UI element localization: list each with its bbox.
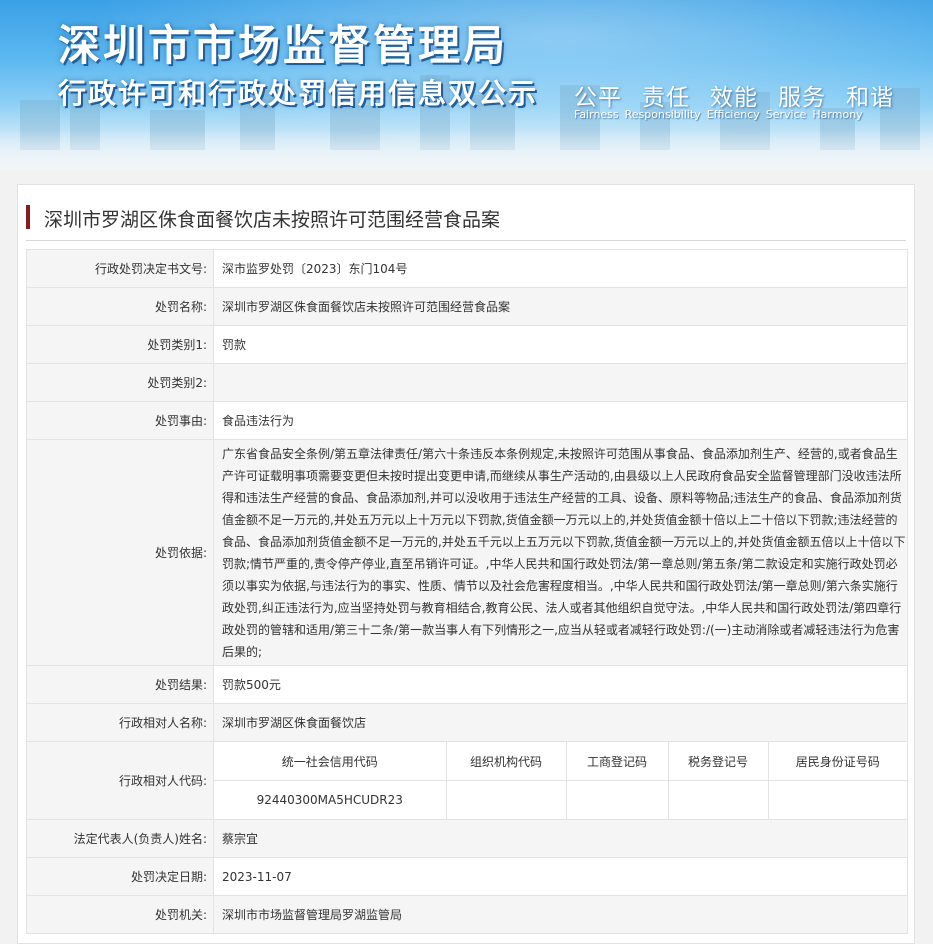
table-row: 处罚类别1: 罚款: [26, 325, 908, 364]
credit-code-value: 92440300MA5HCUDR23: [214, 780, 447, 819]
table-row: 行政相对人代码: 统一社会信用代码 组织机构代码 工商登记码 税务登记号 居民身…: [26, 741, 908, 820]
case-title-bar: 深圳市罗湖区侏食面餐饮店未按照许可范围经营食品案: [26, 201, 906, 241]
case-detail-panel: 深圳市罗湖区侏食面餐饮店未按照许可范围经营食品案 行政处罚决定书文号: 深市监罗…: [17, 184, 915, 944]
table-row: 行政处罚决定书文号: 深市监罗处罚〔2023〕东门104号: [26, 249, 908, 288]
row-value: 蔡宗宜: [213, 819, 908, 858]
table-row: 处罚决定日期: 2023-11-07: [26, 857, 908, 896]
code-header: 居民身份证号码: [767, 742, 907, 781]
codes-header-row: 统一社会信用代码 组织机构代码 工商登记码 税务登记号 居民身份证号码: [214, 742, 907, 781]
slogan-word-en: Fairness: [574, 108, 619, 121]
row-label: 处罚依据:: [26, 439, 214, 666]
code-header: 工商登记码: [565, 742, 669, 781]
slogan-word-en: Harmony: [812, 108, 863, 121]
row-label: 行政处罚决定书文号:: [26, 249, 214, 288]
slogan-chinese: 公平 责任 效能 服务 和谐: [574, 78, 914, 112]
slogan-word-en: Efficiency: [706, 108, 760, 121]
penalty-basis-text: 广东省食品安全条例/第五章法律责任/第六十条违反本条例规定,未按照许可范围从事食…: [213, 439, 908, 666]
row-label: 行政相对人代码:: [26, 741, 214, 820]
table-row: 处罚结果: 罚款500元: [26, 665, 908, 704]
table-row: 法定代表人(负责人)姓名: 蔡宗宜: [26, 819, 908, 858]
row-value: 罚款500元: [213, 665, 908, 704]
code-value: [445, 780, 567, 819]
row-label: 处罚结果:: [26, 665, 214, 704]
code-value: [767, 780, 907, 819]
code-value: [667, 780, 769, 819]
row-label: 行政相对人名称:: [26, 703, 214, 742]
case-title: 深圳市罗湖区侏食面餐饮店未按照许可范围经营食品案: [44, 209, 501, 231]
table-row: 行政相对人名称: 深圳市罗湖区侏食面餐饮店: [26, 703, 908, 742]
code-header: 统一社会信用代码: [214, 742, 447, 781]
slogan-word-en: Responsibility: [624, 108, 701, 121]
row-value: 2023-11-07: [213, 857, 908, 896]
table-row: 处罚机关: 深圳市市场监督管理局罗湖监管局: [26, 895, 908, 934]
row-label: 处罚事由:: [26, 401, 214, 440]
row-value: 深圳市市场监督管理局罗湖监管局: [213, 895, 908, 934]
case-info-table: 行政处罚决定书文号: 深市监罗处罚〔2023〕东门104号 处罚名称: 深圳市罗…: [26, 249, 908, 934]
row-label: 处罚机关:: [26, 895, 214, 934]
row-label: 处罚类别2:: [26, 363, 214, 402]
slogan-word-en: Service: [765, 108, 807, 121]
code-header: 税务登记号: [667, 742, 769, 781]
table-row: 处罚依据: 广东省食品安全条例/第五章法律责任/第六十条违反本条例规定,未按照许…: [26, 439, 908, 666]
site-subtitle: 行政许可和行政处罚信用信息双公示: [58, 77, 539, 110]
row-value: 深市监罗处罚〔2023〕东门104号: [213, 249, 908, 288]
row-value: 罚款: [213, 325, 908, 364]
codes-table: 统一社会信用代码 组织机构代码 工商登记码 税务登记号 居民身份证号码 9244…: [214, 742, 907, 819]
slogan-english: Fairness Responsibility Efficiency Service H…: [574, 108, 869, 121]
table-row: 处罚事由: 食品违法行为: [26, 401, 908, 440]
site-title: 深圳市市场监督管理局: [58, 21, 509, 70]
row-value: 深圳市罗湖区侏食面餐饮店: [213, 703, 908, 742]
row-label: 处罚名称:: [26, 287, 214, 326]
code-value: [565, 780, 669, 819]
row-label: 处罚决定日期:: [26, 857, 214, 896]
title-accent-bar: [26, 205, 30, 229]
row-value: 食品违法行为: [213, 401, 908, 440]
row-value: [213, 363, 908, 402]
codes-cell: 统一社会信用代码 组织机构代码 工商登记码 税务登记号 居民身份证号码 9244…: [213, 741, 908, 820]
code-header: 组织机构代码: [445, 742, 567, 781]
row-label: 法定代表人(负责人)姓名:: [26, 819, 214, 858]
codes-value-row: 92440300MA5HCUDR23: [214, 780, 907, 819]
row-value: 深圳市罗湖区侏食面餐饮店未按照许可范围经营食品案: [213, 287, 908, 326]
table-row: 处罚类别2:: [26, 363, 908, 402]
header-banner: 深圳市市场监督管理局 行政许可和行政处罚信用信息双公示 公平 责任 效能 服务 和谐 F…: [0, 0, 933, 170]
row-label: 处罚类别1:: [26, 325, 214, 364]
table-row: 处罚名称: 深圳市罗湖区侏食面餐饮店未按照许可范围经营食品案: [26, 287, 908, 326]
